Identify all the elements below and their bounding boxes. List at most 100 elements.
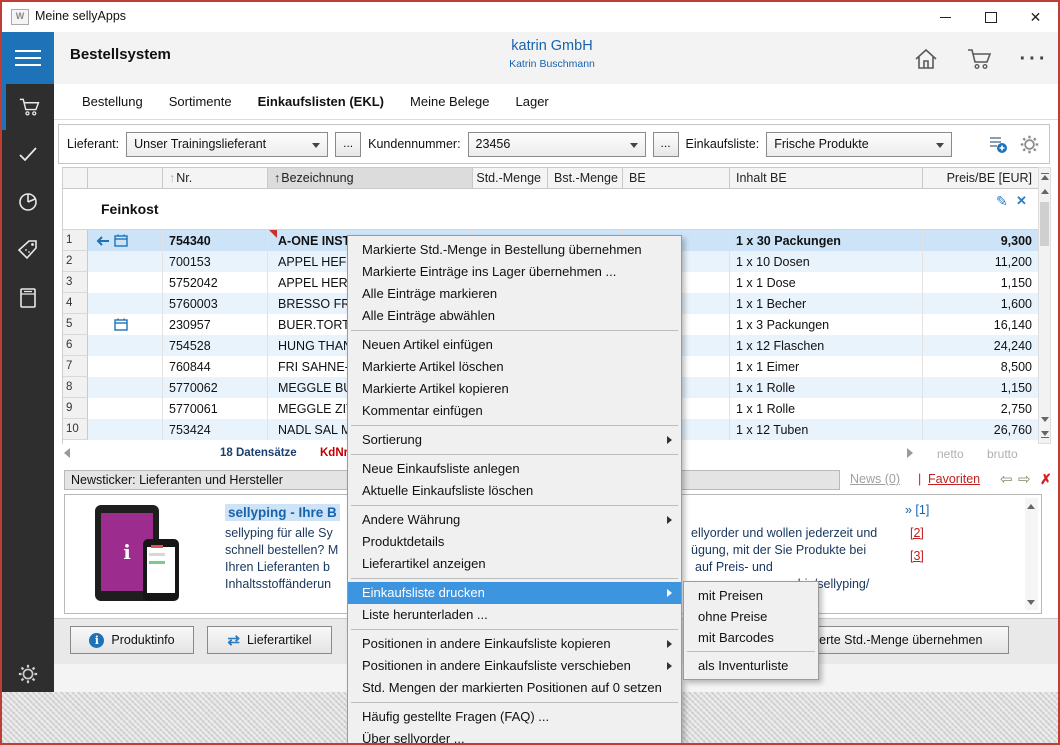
news-headline[interactable]: sellyping - Ihre B — [225, 504, 340, 521]
menu-item[interactable]: Produktdetails — [348, 531, 681, 553]
sidebar-item-catalog[interactable] — [2, 275, 54, 321]
delete-group-icon[interactable]: ✕ — [1016, 193, 1027, 209]
menu-item[interactable]: Markierte Artikel löschen — [348, 356, 681, 378]
news-page-1[interactable]: » [1] — [905, 503, 929, 517]
group-row-feinkost[interactable]: Feinkost ✎ ✕ — [63, 189, 1039, 230]
submenu-item-als-inventurliste[interactable]: als Inventurliste — [684, 655, 818, 676]
lieferartikel-button[interactable]: ⇄ Lieferartikel — [207, 626, 332, 654]
menu-item[interactable]: Neue Einkaufsliste anlegen — [348, 458, 681, 480]
menu-item-einkaufsliste-drucken[interactable]: Einkaufsliste drucken — [348, 582, 681, 604]
row-number[interactable]: 6 — [63, 335, 88, 356]
column-icons[interactable] — [88, 168, 163, 188]
row-number[interactable]: 7 — [63, 356, 88, 377]
netto-toggle[interactable]: netto — [937, 447, 964, 461]
column-bezeichnung[interactable]: ↑Bezeichnung — [268, 168, 473, 188]
scroll-left-icon[interactable] — [64, 448, 70, 458]
menu-item[interactable]: Über sellyorder ... — [348, 728, 681, 745]
column-std-menge[interactable]: Std.-Menge — [473, 168, 548, 188]
new-list-button[interactable] — [986, 133, 1010, 155]
menu-item-andere-waehrung[interactable]: Andere Währung — [348, 509, 681, 531]
menu-item[interactable]: Kommentar einfügen — [348, 400, 681, 422]
row-number[interactable]: 4 — [63, 293, 88, 314]
home-button[interactable] — [910, 45, 942, 73]
menu-item[interactable]: Std. Mengen der markierten Positionen au… — [348, 677, 681, 699]
kundennummer-select[interactable]: 23456 — [468, 132, 646, 157]
sidebar-item-offers[interactable] — [2, 227, 54, 273]
scroll-down-button[interactable] — [1039, 413, 1050, 426]
menu-item[interactable]: Positionen in andere Einkaufsliste kopie… — [348, 633, 681, 655]
scroll-up-button[interactable] — [1039, 185, 1050, 198]
row-number[interactable]: 10 — [63, 419, 88, 440]
row-number[interactable]: 8 — [63, 377, 88, 398]
pie-chart-icon — [17, 191, 39, 213]
menu-item[interactable]: Neuen Artikel einfügen — [348, 334, 681, 356]
row-icons — [88, 335, 163, 356]
submenu-item-mit-barcodes[interactable]: mit Barcodes — [684, 627, 818, 648]
column-nr[interactable]: ↑Nr. — [163, 168, 268, 188]
submenu-item-mit-preisen[interactable]: mit Preisen — [684, 585, 818, 606]
row-number[interactable]: 9 — [63, 398, 88, 419]
kundennummer-browse-button[interactable]: ... — [653, 132, 679, 157]
cart-button[interactable] — [964, 45, 996, 73]
menu-item[interactable]: Liste herunterladen ... — [348, 604, 681, 626]
column-rownum[interactable] — [63, 168, 88, 188]
list-settings-button[interactable] — [1017, 133, 1041, 155]
news-page-3[interactable]: [3] — [910, 549, 924, 563]
next-news-icon[interactable]: ⇨ — [1018, 470, 1031, 488]
menu-item[interactable]: Markierte Artikel kopieren — [348, 378, 681, 400]
news-page-2[interactable]: [2] — [910, 526, 924, 540]
menu-item[interactable]: Markierte Std.-Menge in Bestellung übern… — [348, 239, 681, 261]
column-be[interactable]: BE — [623, 168, 730, 188]
tab-sortimente[interactable]: Sortimente — [169, 94, 232, 109]
hamburger-menu-button[interactable] — [2, 32, 54, 84]
einkaufsliste-select[interactable]: Frische Produkte — [766, 132, 952, 157]
menu-item[interactable]: Alle Einträge abwählen — [348, 305, 681, 327]
menu-item-sortierung[interactable]: Sortierung — [348, 429, 681, 451]
favoriten-tab-link[interactable]: Favoriten — [928, 472, 980, 486]
lieferant-select[interactable]: Unser Trainingslieferant — [126, 132, 328, 157]
sidebar-item-confirm[interactable] — [2, 131, 54, 177]
menu-item[interactable]: Positionen in andere Einkaufsliste versc… — [348, 655, 681, 677]
column-bst-menge[interactable]: Bst.-Menge — [548, 168, 623, 188]
scroll-up-button[interactable] — [1025, 500, 1036, 513]
sidebar-item-settings[interactable] — [2, 651, 54, 697]
scrollbar-thumb[interactable] — [1040, 202, 1049, 246]
brutto-toggle[interactable]: brutto — [987, 447, 1018, 461]
scroll-to-bottom-button[interactable] — [1039, 428, 1050, 441]
row-number[interactable]: 3 — [63, 272, 88, 293]
tab-meine-belege[interactable]: Meine Belege — [410, 94, 490, 109]
scroll-right-icon[interactable] — [907, 448, 913, 458]
menu-item[interactable]: Alle Einträge markieren — [348, 283, 681, 305]
menu-item[interactable]: Markierte Einträge ins Lager übernehmen … — [348, 261, 681, 283]
note-corner-icon — [269, 230, 277, 238]
row-number[interactable]: 5 — [63, 314, 88, 335]
scroll-down-button[interactable] — [1025, 596, 1036, 609]
scroll-to-top-button[interactable] — [1039, 170, 1050, 183]
column-inhalt-be[interactable]: Inhalt BE — [730, 168, 923, 188]
column-preis[interactable]: Preis/BE [EUR] — [923, 168, 1039, 188]
produktinfo-button[interactable]: i Produktinfo — [70, 626, 194, 654]
menu-item[interactable]: Lieferartikel anzeigen — [348, 553, 681, 575]
menu-item[interactable]: Aktuelle Einkaufsliste löschen — [348, 480, 681, 502]
maximize-button[interactable] — [968, 2, 1013, 32]
tab-bestellung[interactable]: Bestellung — [82, 94, 143, 109]
news-tab-link[interactable]: News (0) — [850, 472, 900, 486]
tab-lager[interactable]: Lager — [516, 94, 549, 109]
sidebar-item-order[interactable] — [2, 84, 54, 130]
minimize-button[interactable] — [923, 2, 968, 32]
submenu-item-ohne-preise[interactable]: ohne Preise — [684, 606, 818, 627]
tab-einkaufslisten[interactable]: Einkaufslisten (EKL) — [258, 94, 384, 109]
row-number[interactable]: 2 — [63, 251, 88, 272]
table-vertical-scrollbar[interactable] — [1038, 167, 1051, 444]
more-menu-button[interactable]: ··· — [1018, 45, 1050, 73]
row-number[interactable]: 1 — [63, 230, 88, 251]
cell-nr: 5752042 — [163, 272, 268, 293]
edit-group-icon[interactable]: ✎ — [996, 193, 1008, 210]
news-scrollbar[interactable] — [1025, 498, 1038, 610]
menu-item[interactable]: Häufig gestellte Fragen (FAQ) ... — [348, 706, 681, 728]
previous-news-icon[interactable]: ⇦ — [1000, 470, 1013, 488]
lieferant-browse-button[interactable]: ... — [335, 132, 361, 157]
sidebar-item-statistics[interactable] — [2, 179, 54, 225]
close-newsticker-icon[interactable]: ✗ — [1040, 471, 1052, 488]
close-button[interactable]: ✕ — [1013, 2, 1058, 32]
